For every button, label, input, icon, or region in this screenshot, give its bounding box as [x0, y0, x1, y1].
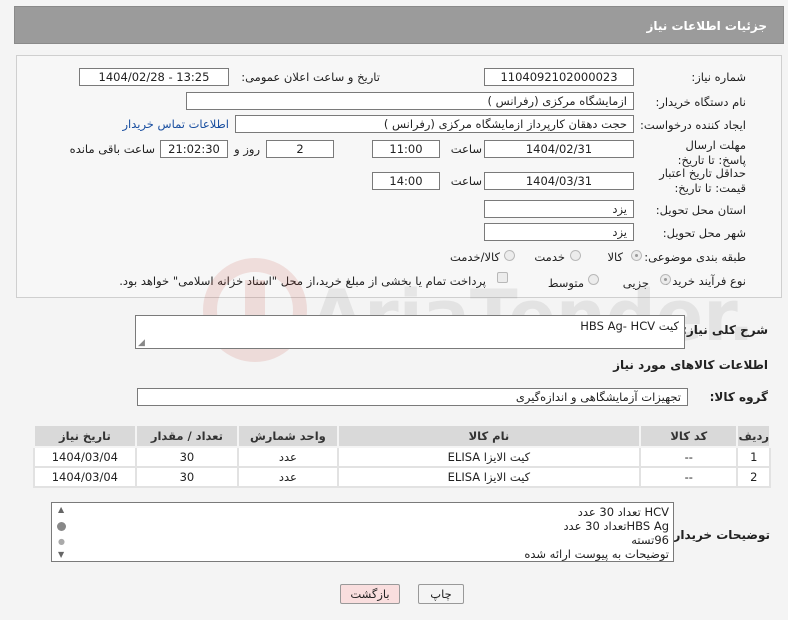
- price-date-field: 1404/03/31: [484, 172, 634, 190]
- category-goods-service-radio[interactable]: [504, 250, 515, 261]
- goods-group-label: گروه کالا:: [709, 390, 768, 404]
- need-description-label: شرح کلی نیاز:: [682, 323, 768, 337]
- buyer-notes-field: HCV تعداد 30 عدد HBS Agتعداد 30 عدد 96تس…: [51, 502, 674, 562]
- treasury-payment-checkbox[interactable]: [497, 272, 508, 283]
- province-field: یزد: [484, 200, 634, 218]
- need-description-field: کیت HBS Ag- HCV ◢: [135, 315, 685, 349]
- col-need-date: تاریخ نیاز: [33, 424, 137, 448]
- scroll-up-icon[interactable]: ▲: [58, 505, 64, 514]
- category-label: طبقه بندی موضوعی:: [644, 250, 746, 264]
- col-row-number: ردیف: [736, 424, 771, 448]
- col-item-code: کد کالا: [639, 424, 739, 448]
- cell-item-name: کیت الایزا ELISA: [336, 466, 642, 488]
- price-time-label: ساعت: [450, 174, 482, 188]
- goods-info-title: اطلاعات کالاهای مورد نیاز: [613, 358, 768, 372]
- process-medium-label: متوسط: [547, 276, 584, 290]
- back-button[interactable]: بازگشت: [340, 584, 400, 604]
- col-item-name: نام کالا: [336, 424, 642, 448]
- buyer-notes-scrollbar[interactable]: ▲ ● ▼: [56, 505, 68, 559]
- cell-row-number: 1: [736, 446, 771, 468]
- remaining-time-field: 21:02:30: [160, 140, 228, 158]
- announce-field: 1404/02/28 - 13:25: [79, 68, 229, 86]
- category-service-label: خدمت: [534, 250, 565, 264]
- cell-item-code: --: [639, 466, 739, 488]
- reply-date-field: 1404/02/31: [484, 140, 634, 158]
- process-minor-radio[interactable]: [660, 274, 671, 285]
- page-header: جزئیات اطلاعات نیاز: [14, 6, 784, 44]
- cell-need-date: 1404/03/04: [33, 446, 137, 468]
- reply-deadline-label: مهلت ارسال پاسخ: تا تاریخ:: [677, 138, 746, 167]
- cell-quantity: 30: [134, 466, 240, 488]
- reply-time-label: ساعت: [450, 142, 482, 156]
- cell-unit: عدد: [237, 466, 339, 488]
- creator-label: ایجاد کننده درخواست:: [640, 118, 746, 132]
- need-number-label: شماره نیاز:: [691, 70, 746, 84]
- buyer-note-line: 96تسته: [631, 533, 669, 547]
- goods-table: ردیف کد کالا نام کالا واحد شمارش تعداد /…: [33, 424, 771, 488]
- days-label: روز و: [234, 142, 260, 156]
- category-goods-label: کالا: [607, 250, 623, 264]
- creator-field: حجت دهقان کارپرداز ازمایشگاه مرکزی (رفرا…: [235, 115, 634, 133]
- remaining-time-label: ساعت باقی مانده: [69, 142, 155, 156]
- buyer-org-label: نام دستگاه خریدار:: [655, 95, 746, 109]
- page-title: جزئیات اطلاعات نیاز: [646, 19, 767, 33]
- goods-group-field: تجهیزات آزمایشگاهی و اندازه‌گیری: [137, 388, 688, 406]
- days-field: 2: [266, 140, 334, 158]
- cell-unit: عدد: [237, 446, 339, 468]
- buyer-note-line: توضیحات به پیوست ارائه شده: [524, 547, 669, 561]
- price-time-field: 14:00: [372, 172, 440, 190]
- print-button[interactable]: چاپ: [418, 584, 464, 604]
- city-label: شهر محل تحویل:: [662, 226, 746, 240]
- category-goods-radio[interactable]: [631, 250, 642, 261]
- province-label: استان محل تحویل:: [655, 203, 746, 217]
- need-description-text: کیت HBS Ag- HCV: [580, 319, 679, 333]
- reply-time-field: 11:00: [372, 140, 440, 158]
- buyer-note-line: HCV تعداد 30 عدد: [577, 505, 669, 519]
- treasury-payment-note: پرداخت تمام یا بخشی از مبلغ خرید،از محل …: [119, 274, 486, 288]
- scroll-marker-icon: ●: [58, 537, 65, 546]
- city-field: یزد: [484, 223, 634, 241]
- scroll-down-icon[interactable]: ▼: [58, 550, 64, 559]
- process-label: نوع فرآیند خرید :: [664, 274, 746, 288]
- table-row[interactable]: 2 -- کیت الایزا ELISA عدد 30 1404/03/04: [33, 466, 771, 488]
- announce-label: تاریخ و ساعت اعلان عمومی:: [241, 70, 380, 84]
- buyer-notes-label: توضیحات خریدار:: [668, 528, 770, 542]
- cell-item-code: --: [639, 446, 739, 468]
- category-goods-service-label: کالا/خدمت: [449, 250, 500, 264]
- need-number-field: 1104092102000023: [484, 68, 634, 86]
- category-service-radio[interactable]: [570, 250, 581, 261]
- cell-item-name: کیت الایزا ELISA: [336, 446, 642, 468]
- table-header-row: ردیف کد کالا نام کالا واحد شمارش تعداد /…: [33, 424, 771, 448]
- price-validity-label: حداقل تاریخ اعتبار قیمت: تا تاریخ:: [659, 166, 746, 195]
- buyer-contact-link[interactable]: اطلاعات تماس خریدار: [122, 117, 229, 131]
- table-row[interactable]: 1 -- کیت الایزا ELISA عدد 30 1404/03/04: [33, 446, 771, 468]
- buyer-note-line: HBS Agتعداد 30 عدد: [563, 519, 669, 533]
- scroll-thumb[interactable]: [57, 522, 66, 531]
- cell-need-date: 1404/03/04: [33, 466, 137, 488]
- cell-row-number: 2: [736, 466, 771, 488]
- process-minor-label: جزیی: [622, 276, 649, 290]
- col-quantity: تعداد / مقدار: [134, 424, 240, 448]
- cell-quantity: 30: [134, 446, 240, 468]
- buyer-org-field: ازمایشگاه مرکزی (رفرانس ): [186, 92, 634, 110]
- col-unit: واحد شمارش: [237, 424, 339, 448]
- process-medium-radio[interactable]: [588, 274, 599, 285]
- resize-grip-icon[interactable]: ◢: [138, 338, 145, 348]
